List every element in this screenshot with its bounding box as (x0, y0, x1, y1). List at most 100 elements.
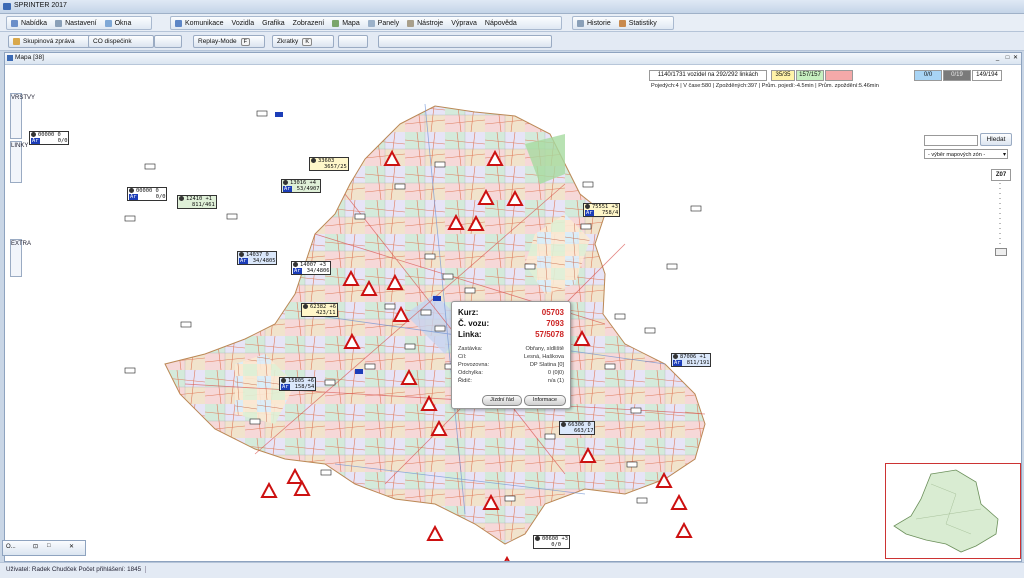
tab-extra[interactable]: EXTRA (10, 239, 31, 277)
vehicle-icon (535, 536, 540, 541)
menu-group-history: Historie Statistiky (572, 16, 674, 30)
vehicle-label[interactable]: 62382 +6 423/11 (301, 303, 338, 317)
zoom-level: Z07 (991, 169, 1011, 181)
vehicle-label[interactable]: 33603 3657/25 (309, 157, 349, 171)
shortcuts-button[interactable]: Zkratky K (272, 35, 334, 48)
vehicle-label[interactable]: 66306 0 663/17 (559, 421, 596, 435)
vehicle-label[interactable]: 13016 +4 Ar 53/4907 (281, 179, 322, 193)
minimap[interactable] (885, 463, 1021, 559)
tools-icon (407, 19, 415, 27)
menu-statistiky[interactable]: Statistiky (615, 17, 661, 29)
vehicle-label[interactable]: 12410 +1 811/461 (177, 195, 217, 209)
vehicle-icon (585, 204, 590, 209)
empty-button[interactable] (338, 35, 368, 48)
vehicle-label[interactable]: 14007 +3 Ar 34/4806 (291, 261, 332, 275)
minimized-window[interactable]: O... ⊡ □ ✕ (2, 540, 86, 556)
menu-icon (11, 19, 18, 27)
vehicle-label[interactable]: 14037 0 Ar 34/4805 (237, 251, 278, 265)
zoom-control: Z07 (991, 169, 1011, 261)
kurz-label: Kurz: (458, 308, 479, 317)
search-input[interactable] (924, 135, 978, 146)
timetable-button[interactable]: Jízdní řád (482, 395, 522, 406)
search-button[interactable]: Hledat (980, 133, 1012, 146)
zoom-slider-thumb[interactable] (995, 248, 1007, 256)
status-badge-count[interactable]: 149/194 (972, 70, 1002, 81)
driver-label: Řidič: (458, 378, 472, 384)
empty-button[interactable] (154, 35, 182, 48)
destination-value: Lesná, Haškova (523, 354, 564, 360)
empty-field[interactable] (378, 35, 552, 48)
app-title: SPRINTER 2017 (14, 2, 67, 9)
menu-napoveda[interactable]: Nápověda (481, 17, 521, 29)
map-window: Mapa [38] _ □ ✕ VRSTVY LINKY EXTRA 1140/… (4, 52, 1022, 562)
zone-select[interactable]: - výběr mapových zón - ▾ (924, 149, 1008, 159)
tab-layers[interactable]: VRSTVY (10, 93, 35, 139)
vehicle-label[interactable]: 87006 +1 Ar 811/191 (671, 353, 712, 367)
toolbar: Skupinová zpráva CO dispečink Replay-Mod… (0, 32, 1024, 51)
menu-komunikace[interactable]: Komunikace (171, 17, 228, 29)
destination-label: Cíl: (458, 354, 467, 360)
vehicle-icon (311, 158, 316, 163)
zone-select-value: - výběr mapových zón - (928, 152, 986, 158)
vehicle-icon (239, 252, 244, 257)
vehicle-count: 1140/1731 vozidel na 292/292 linkách (649, 70, 767, 81)
menu-mapa[interactable]: Mapa (328, 17, 364, 29)
menu-zobrazeni[interactable]: Zobrazení (289, 17, 329, 29)
vehicle-label[interactable]: 75551 +3 Ar 758/4 (583, 203, 621, 217)
vehicle-icon (31, 132, 36, 137)
minimize-icon[interactable]: _ (993, 54, 1002, 62)
vehicle-label[interactable]: 15805 +6 Ar 158/54 (279, 377, 317, 391)
vehicle-icon (561, 422, 566, 427)
vehicle-label[interactable]: 00000 0 Ar 0/0 (29, 131, 70, 145)
zoom-track[interactable] (999, 183, 1001, 253)
close-icon[interactable]: ✕ (69, 543, 74, 550)
linka-value: 57/5078 (535, 330, 564, 339)
dispatcher-button[interactable]: CO dispečink (88, 35, 154, 48)
status-badge-yellow[interactable]: 35/35 (771, 70, 795, 81)
status-badge-blue[interactable]: 0/0 (914, 70, 942, 81)
delay-summary: Pojedých:4 | V čase:580 | Zpožděných:397… (651, 83, 879, 89)
envelope-icon (13, 38, 20, 45)
vehicle-label[interactable]: 00000 0 Ar 0/0 (127, 187, 168, 201)
menu-historie[interactable]: Historie (573, 17, 615, 29)
vehicle-label[interactable]: 00600 +3 0/0 (533, 535, 570, 549)
status-badge-gray[interactable]: 0/19 (943, 70, 971, 81)
vuz-label: Č. vozu: (458, 319, 490, 328)
title-bar: SPRINTER 2017 (0, 0, 1024, 14)
menu-nastroje[interactable]: Nástroje (403, 17, 447, 29)
depot-label: Provozovna: (458, 362, 490, 368)
map-icon (332, 19, 340, 27)
menu-nabidka[interactable]: Nabídka (7, 17, 51, 29)
window-icon (104, 19, 112, 27)
menu-okna[interactable]: Okna (101, 17, 136, 29)
shortcut-key: K (302, 37, 312, 46)
user-info: Uživatel: Radek Chudček Počet přihlášení… (6, 566, 147, 573)
linka-label: Linka: (458, 330, 482, 339)
stop-label: Zastávka: (458, 346, 483, 352)
menu-vyprava[interactable]: Výprava (447, 17, 481, 29)
vuz-value: 7093 (546, 319, 564, 328)
menu-vozidla[interactable]: Vozidla (228, 17, 259, 29)
group-message-button[interactable]: Skupinová zpráva (8, 35, 92, 48)
chevron-down-icon: ▾ (1002, 152, 1006, 158)
panel-icon (367, 19, 375, 27)
kurz-value: 05703 (541, 308, 564, 317)
menu-panely[interactable]: Panely (364, 17, 403, 29)
gear-icon (55, 19, 63, 27)
status-badge-red[interactable] (825, 70, 853, 81)
tab-lines[interactable]: LINKY (10, 141, 28, 183)
menu-grafika[interactable]: Grafika (258, 17, 289, 29)
replay-mode-button[interactable]: Replay-Mode F (193, 35, 265, 48)
close-icon[interactable]: ✕ (1011, 54, 1020, 62)
maximize-icon[interactable]: □ (47, 543, 51, 549)
info-button[interactable]: Informace (524, 395, 566, 406)
depot-value: DP Slatina [0] (529, 362, 564, 368)
menu-group-main: Nabídka Nastavení Okna (6, 16, 152, 30)
driver-value: n/a (1) (547, 378, 564, 384)
menu-nastaveni[interactable]: Nastavení (51, 17, 101, 29)
status-badge-green[interactable]: 157/157 (796, 70, 824, 81)
vehicle-icon (179, 196, 184, 201)
vehicle-icon (673, 354, 678, 359)
restore-icon[interactable]: ⊡ (33, 543, 38, 550)
minimap-shape (893, 469, 999, 553)
